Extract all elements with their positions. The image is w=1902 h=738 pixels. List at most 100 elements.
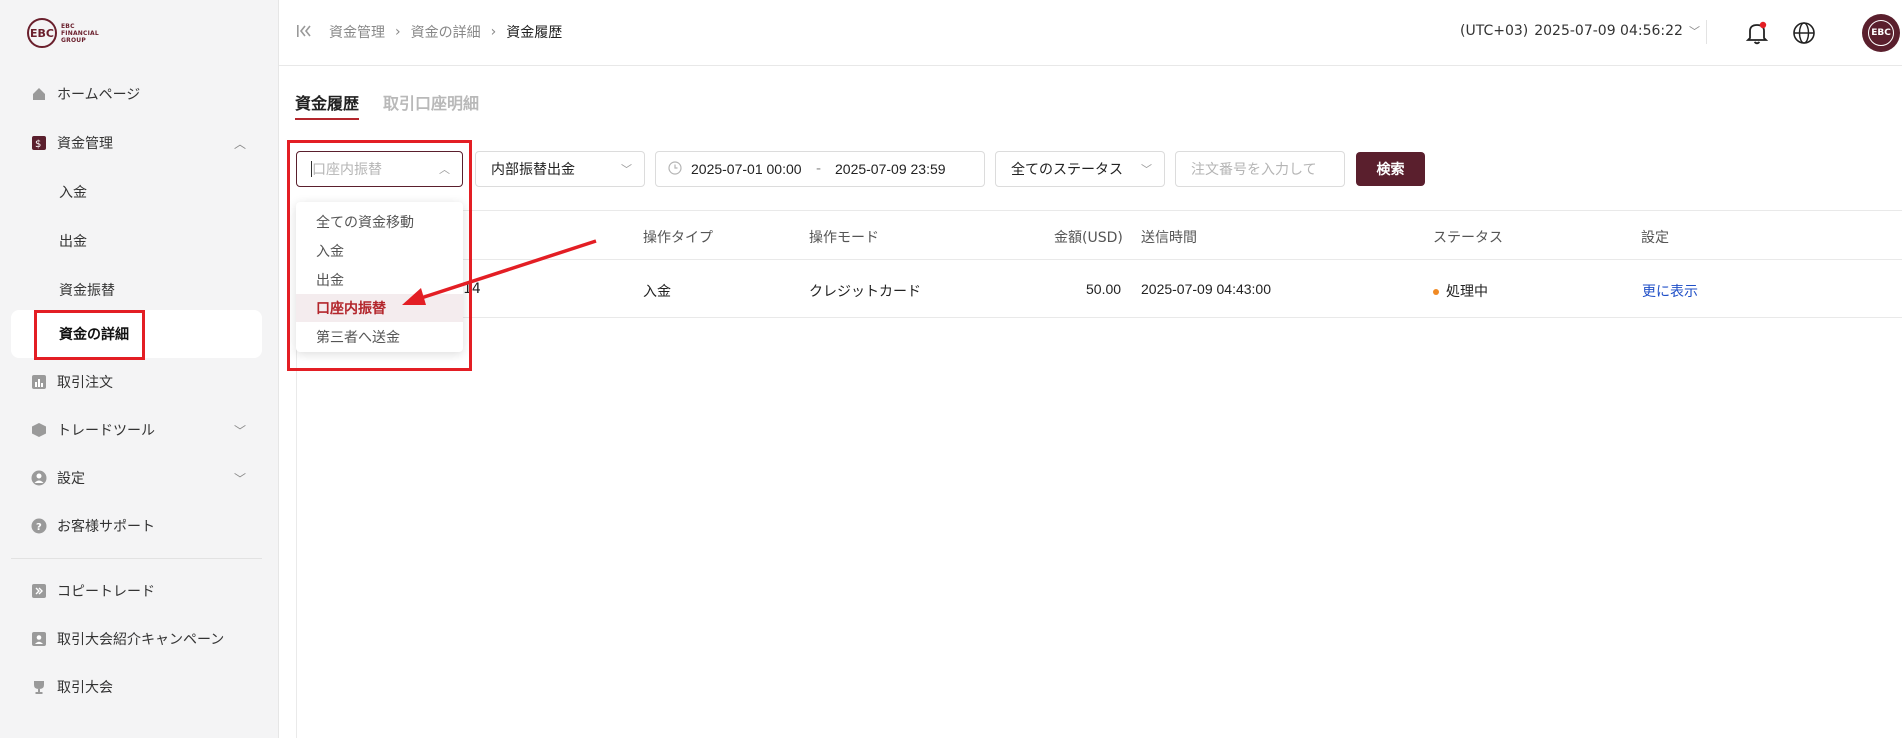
order-number-placeholder: 注文番号を入力して (1191, 162, 1317, 178)
datetime-label: 2025-07-09 04:56:22 (1534, 23, 1683, 39)
breadcrumb-item[interactable]: 資金管理 (329, 22, 385, 42)
brand-logo[interactable]: EBC EBC FINANCIAL GROUP (27, 18, 101, 48)
tab-account-statement[interactable]: 取引口座明細 (383, 90, 479, 114)
cell-amount: 50.00 (1086, 281, 1122, 297)
sidebar-subitem-transfer[interactable]: 資金振替 (0, 270, 278, 310)
copy-icon (30, 582, 48, 600)
transfer-type-placeholder: 口座内振替 (312, 162, 382, 178)
top-header: 資金管理 › 資金の詳細 › 資金履歴 (UTC+03) 2025-07-09 … (279, 0, 1902, 66)
sidebar-item-competition[interactable]: 取引大会 (0, 667, 278, 707)
header-divider (1706, 20, 1707, 44)
breadcrumb-current: 資金履歴 (506, 25, 563, 41)
sidebar-item-funds[interactable]: $ 資金管理 ︿ (0, 123, 278, 163)
logo-mark: EBC (27, 18, 57, 48)
home-icon (30, 85, 48, 103)
breadcrumb-item[interactable]: 資金の詳細 (411, 22, 481, 42)
sidebar-item-label: 取引注文 (57, 375, 113, 391)
sidebar-item-label: お客様サポート (57, 519, 155, 535)
sidebar-subitem-fund-details[interactable]: 資金の詳細 (0, 314, 278, 354)
chevron-down-icon[interactable]: ﹀ (234, 470, 246, 487)
timezone-label: (UTC+03) (1460, 23, 1529, 39)
collapse-sidebar-icon[interactable] (295, 22, 313, 44)
notification-bell-icon[interactable] (1745, 20, 1769, 50)
sidebar-item-copy-trade[interactable]: コピートレード (0, 571, 278, 611)
status-badge: 処理中 (1446, 284, 1488, 300)
status-select[interactable]: 全てのステータス ﹀ (995, 151, 1165, 187)
date-range-picker[interactable]: 2025-07-01 00:00 - 2025-07-09 23:59 (655, 151, 985, 187)
sidebar: EBC EBC FINANCIAL GROUP ホームページ $ 資金管理 ︿ … (0, 0, 279, 738)
option-label: 第三者へ送金 (316, 330, 400, 346)
sidebar-subitem-withdraw[interactable]: 出金 (0, 221, 278, 261)
tab-fund-history[interactable]: 資金履歴 (295, 90, 359, 114)
transfer-type-select[interactable]: 口座内振替 ︿ (296, 151, 463, 187)
user-icon (30, 469, 48, 487)
avatar[interactable]: EBC (1862, 14, 1900, 52)
referral-icon (30, 630, 48, 648)
status-select-value: 全てのステータス (1011, 162, 1123, 178)
sidebar-item-support[interactable]: ? お客様サポート (0, 506, 278, 546)
cell-op-type: 入金 (643, 284, 671, 300)
sidebar-item-orders[interactable]: 取引注文 (0, 362, 278, 402)
tab-active-underline (295, 118, 359, 120)
sidebar-item-label: ホームページ (57, 87, 141, 103)
cell-sent-time: 2025-07-09 04:43:00 (1141, 281, 1271, 297)
sidebar-item-label: 資金管理 (57, 136, 113, 152)
chevron-down-icon: ﹀ (1688, 25, 1700, 38)
column-header-status: ステータス (1433, 230, 1503, 246)
chevron-down-icon: ﹀ (1141, 163, 1152, 176)
sidebar-item-label: 設定 (57, 471, 85, 487)
sidebar-subitem-label: 資金振替 (59, 283, 115, 299)
sidebar-subitem-deposit[interactable]: 入金 (0, 172, 278, 212)
sidebar-item-referral[interactable]: 取引大会紹介キャンペーン (0, 619, 278, 659)
column-header-op-type: 操作タイプ (643, 230, 713, 246)
chart-icon (30, 373, 48, 391)
date-start[interactable]: 2025-07-01 00:00 (691, 161, 802, 177)
date-end[interactable]: 2025-07-09 23:59 (835, 161, 946, 177)
logo-text: EBC FINANCIAL GROUP (61, 22, 99, 44)
svg-text:$: $ (35, 139, 41, 150)
sidebar-item-label: 取引大会紹介キャンペーン (57, 632, 225, 648)
chevron-up-icon[interactable]: ︿ (234, 135, 246, 152)
column-header-op-mode: 操作モード (809, 230, 879, 246)
help-icon: ? (30, 517, 48, 535)
transfer-subtype-select[interactable]: 内部振替出金 ﹀ (475, 151, 645, 187)
table-row-divider (296, 317, 1902, 318)
svg-text:?: ? (36, 522, 42, 533)
sidebar-item-label: 取引大会 (57, 680, 113, 696)
chevron-right-icon: › (490, 24, 497, 40)
sidebar-item-settings[interactable]: 設定 ﹀ (0, 458, 278, 498)
cell-op-mode: クレジットカード (809, 284, 921, 300)
chevron-up-icon: ︿ (439, 163, 450, 176)
search-button[interactable]: 検索 (1356, 152, 1425, 186)
show-more-link[interactable]: 更に表示 (1642, 281, 1698, 301)
language-globe-icon[interactable] (1792, 21, 1816, 49)
table-top-border (296, 210, 1902, 211)
chevron-down-icon[interactable]: ﹀ (234, 422, 246, 439)
sidebar-item-trade-tools[interactable]: トレードツール ﹀ (0, 410, 278, 450)
timezone-clock[interactable]: (UTC+03) 2025-07-09 04:56:22 ﹀ (1460, 23, 1700, 39)
transfer-subtype-value: 内部振替出金 (491, 162, 575, 178)
sidebar-subitem-label: 資金の詳細 (59, 327, 129, 343)
date-range-separator: - (816, 161, 822, 177)
option-label: 全ての資金移動 (316, 215, 414, 231)
funds-icon: $ (30, 134, 48, 152)
breadcrumb: 資金管理 › 資金の詳細 › 資金履歴 (329, 22, 562, 42)
option-label: 口座内振替 (316, 301, 386, 317)
column-header-sent-time: 送信時間 (1141, 230, 1197, 246)
avatar-logo-mark: EBC (1868, 20, 1894, 46)
option-label: 入金 (316, 244, 344, 260)
dropdown-option-third-party[interactable]: 第三者へ送金 (296, 323, 463, 351)
sidebar-item-label: トレードツール (57, 423, 155, 439)
column-header-settings: 設定 (1641, 230, 1669, 246)
chevron-down-icon: ﹀ (621, 163, 632, 176)
cube-icon (30, 421, 48, 439)
sidebar-subitem-label: 入金 (59, 185, 87, 201)
order-number-input[interactable]: 注文番号を入力して (1175, 151, 1345, 187)
sidebar-subitem-label: 出金 (59, 234, 87, 250)
trophy-icon (30, 678, 48, 696)
column-header-amount: 金額(USD) (1054, 230, 1123, 246)
sidebar-item-label: コピートレード (57, 584, 155, 600)
chevron-right-icon: › (395, 24, 401, 40)
sidebar-item-home[interactable]: ホームページ (0, 74, 278, 114)
sidebar-divider (11, 558, 262, 559)
